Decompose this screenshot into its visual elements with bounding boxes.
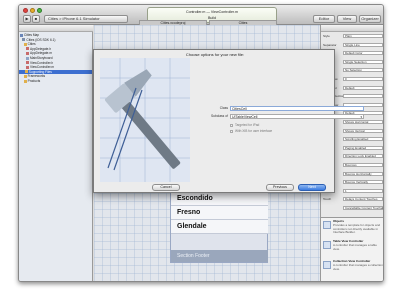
inspector-value[interactable]: 1 <box>343 188 383 193</box>
library-item-description: Provides a template for objects and cont… <box>333 224 381 235</box>
file-icon <box>20 33 23 37</box>
inspector-value[interactable]: Scrolling Enabled <box>343 137 383 142</box>
library-item-description: A controller that manages a table view. <box>333 244 377 251</box>
file-icon <box>23 79 27 83</box>
editor-segmented-control[interactable]: Editor <box>313 15 335 23</box>
table-view[interactable]: Escondido Fresno Glendale Section Footer <box>170 191 268 263</box>
inspector-value[interactable]: Cancellable Content Touches <box>343 206 383 210</box>
inspector-value[interactable]: Paging Enabled <box>343 145 383 150</box>
navigator-item-label: Supporting Files <box>28 69 52 74</box>
inspector-value[interactable]: Bounces <box>343 163 383 167</box>
navigator-item-label: Frameworks <box>27 74 46 79</box>
close-window-icon[interactable] <box>23 8 28 13</box>
ipad-option[interactable]: Targeted for iPad <box>230 123 350 127</box>
file-icon <box>24 70 28 74</box>
xib-option-label: With XIB for user interface <box>235 129 273 133</box>
sheet-title: Choose options for your new file: <box>185 52 245 57</box>
file-icon <box>26 47 29 51</box>
navigator-item-label: AppDelegate.m <box>30 51 52 56</box>
navigator-item-label: MainStoryboard <box>30 56 53 60</box>
inspector-value[interactable] <box>343 94 383 99</box>
xcode-hammer-illustration <box>100 58 190 182</box>
file-icon <box>22 38 26 42</box>
library-item[interactable]: Objects Provides a template for objects a… <box>323 220 383 238</box>
zoom-window-icon[interactable] <box>37 8 42 13</box>
new-file-sheet: Choose options for your new file: Class … <box>93 49 364 193</box>
minimize-window-icon[interactable] <box>30 8 35 13</box>
inspector-label: Style <box>323 34 330 38</box>
next-button[interactable]: Next <box>298 184 326 191</box>
file-icon <box>26 65 29 69</box>
run-button[interactable]: ▶ <box>23 15 31 23</box>
inspector-value[interactable]: Single Line <box>343 42 383 47</box>
navigator-item[interactable]: Products <box>19 79 92 84</box>
inspector-value[interactable]: No Selection <box>343 68 383 73</box>
organizer-button[interactable]: Organizer <box>359 15 381 23</box>
window-title: Controller.m — ViewController.m <box>185 10 239 14</box>
subclass-value: UITableViewCell <box>232 115 258 119</box>
inspector-value[interactable]: Default <box>343 85 383 90</box>
library-object-icon <box>323 261 331 269</box>
inspector-value[interactable]: Delays Content Touches <box>343 197 383 202</box>
navigator-item-label: Cities Map <box>24 33 40 37</box>
inspector-row: Cancellable Content Touches <box>321 205 383 211</box>
navigator-item-label: Products <box>27 79 41 83</box>
navigator-item-label: Cities <box>27 42 36 47</box>
inspector-label: Separator <box>323 42 337 47</box>
project-navigator: Cities Map Cities (iOS SDK 6.1) Cities AppD… <box>19 25 93 281</box>
view-segmented-control[interactable]: View <box>337 15 357 23</box>
ipad-checkbox[interactable] <box>230 123 233 127</box>
library-item-description: A controller that manages a collection v… <box>333 264 383 271</box>
inspector-value[interactable]: Single Selection <box>343 59 383 64</box>
ipad-option-label: Targeted for iPad <box>235 123 260 127</box>
chevron-down-icon: ▾ <box>360 115 362 119</box>
library-object-icon <box>323 221 331 229</box>
inspector-tabs[interactable] <box>321 25 383 32</box>
inspector-label: Touch <box>323 197 332 202</box>
file-icon <box>26 61 29 65</box>
xib-checkbox[interactable] <box>230 129 233 133</box>
file-icon <box>26 56 29 60</box>
stop-button[interactable]: ■ <box>32 15 40 23</box>
inspector-row: Separator Single Line <box>321 42 383 48</box>
inspector-value[interactable]: Default Color <box>343 51 383 56</box>
navigator-item-label: AppDelegate.h <box>30 46 52 51</box>
table-cell-fresno[interactable]: Fresno <box>171 206 268 220</box>
cancel-button[interactable]: Cancel <box>152 184 180 191</box>
navigator-item-label: Cities (iOS SDK 6.1) <box>26 37 56 42</box>
inspector-value[interactable]: Bounce Vertically <box>343 180 383 185</box>
file-icon <box>23 75 27 79</box>
inspector-row: Style Plain <box>321 33 383 39</box>
file-icon <box>23 42 27 46</box>
library-item[interactable]: Collection View Controller A controller t… <box>323 260 383 278</box>
subclass-label: Subclass of <box>210 114 228 118</box>
class-label: Class <box>219 106 228 110</box>
class-name-field[interactable]: CitiesCell <box>230 106 364 111</box>
inspector-value[interactable]: Plain <box>343 34 383 38</box>
section-footer[interactable]: Section Footer <box>171 250 268 262</box>
inspector-value[interactable]: Direction Lock Enabled <box>343 154 383 159</box>
file-icon <box>26 52 29 56</box>
library-item[interactable]: Table View Controller A controller that m… <box>323 240 383 258</box>
table-cell-escondido[interactable]: Escondido <box>171 192 268 206</box>
inspector-value[interactable]: 0 <box>343 77 383 81</box>
xcode-window: ▶ ■ Cities > iPhone 6.1 Simulator Contro… <box>18 4 384 282</box>
title-bar: ▶ ■ Cities > iPhone 6.1 Simulator Contro… <box>19 5 383 25</box>
navigator-item-label: ViewController.m <box>30 65 55 70</box>
library-object-icon <box>323 241 331 249</box>
table-cell-glendale[interactable]: Glendale <box>171 220 268 234</box>
navigator-tabs[interactable] <box>19 25 93 32</box>
scheme-selector[interactable]: Cities > iPhone 6.1 Simulator <box>44 15 128 23</box>
previous-button[interactable]: Previous <box>266 184 294 191</box>
navigator-item-label: ViewController.h <box>30 60 54 65</box>
subclass-popup[interactable]: UITableViewCell ▾ <box>230 114 364 119</box>
inspector-value[interactable]: Bounce Horizontally <box>343 171 383 176</box>
inspector-row: Touch Delays Content Touches <box>321 196 383 202</box>
object-library: Objects Provides a template for objects a… <box>321 217 383 281</box>
xib-option[interactable]: With XIB for user interface <box>230 129 350 133</box>
